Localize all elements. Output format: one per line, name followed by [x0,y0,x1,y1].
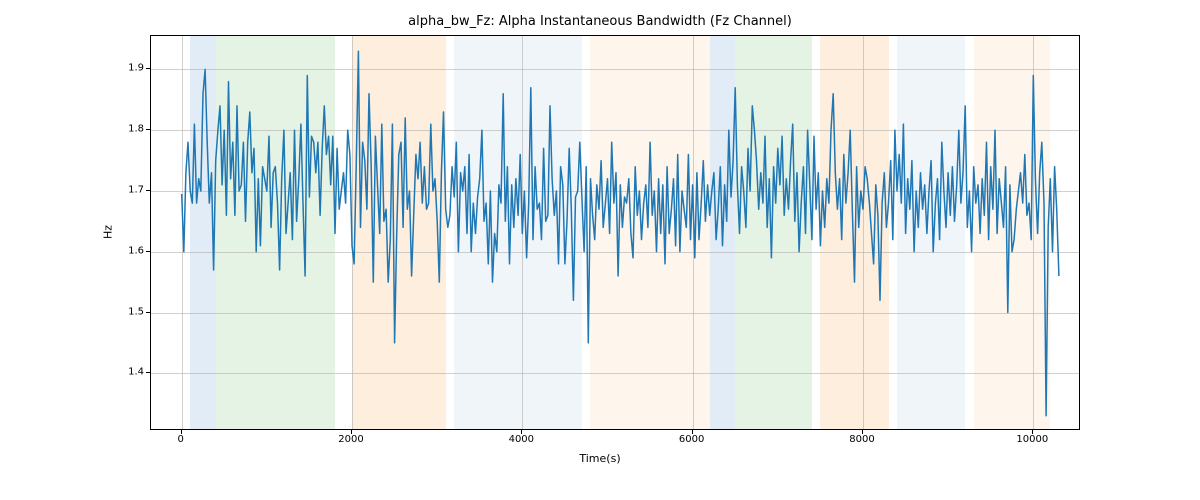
x-tick [1032,430,1033,434]
figure: alpha_bw_Fz: Alpha Instantaneous Bandwid… [0,0,1200,500]
y-tick-label: 1.8 [104,124,144,135]
y-tick [146,372,150,373]
x-tick-label: 4000 [509,434,534,445]
plot-area [150,35,1080,430]
x-tick [351,430,352,434]
data-line [151,36,1080,430]
y-tick [146,190,150,191]
y-tick-label: 1.6 [104,245,144,256]
y-axis-label: Hz [102,225,115,239]
y-tick [146,251,150,252]
x-tick-label: 0 [177,434,183,445]
x-axis-label: Time(s) [0,452,1200,465]
x-tick-label: 6000 [679,434,704,445]
y-tick [146,68,150,69]
y-tick-label: 1.5 [104,306,144,317]
y-tick-label: 1.7 [104,184,144,195]
chart-title: alpha_bw_Fz: Alpha Instantaneous Bandwid… [0,14,1200,29]
x-tick [862,430,863,434]
x-tick-label: 2000 [338,434,363,445]
y-tick-label: 1.9 [104,63,144,74]
x-tick-label: 10000 [1016,434,1048,445]
x-tick [692,430,693,434]
series-line [182,51,1059,416]
y-tick-label: 1.4 [104,367,144,378]
x-tick [181,430,182,434]
x-tick-label: 8000 [849,434,874,445]
y-tick [146,129,150,130]
x-tick [521,430,522,434]
y-tick [146,312,150,313]
